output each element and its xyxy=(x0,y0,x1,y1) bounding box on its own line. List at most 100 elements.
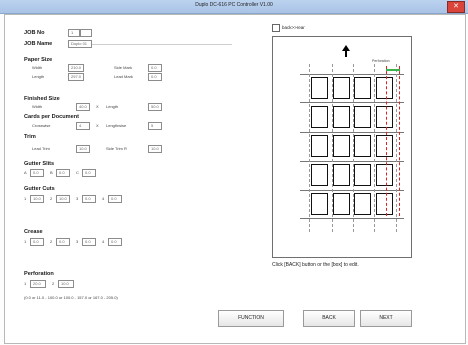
gutter-slit-c-input[interactable]: 0.0 xyxy=(82,169,96,177)
card-cell[interactable] xyxy=(311,106,328,128)
perforation-line xyxy=(386,66,387,216)
crosswise-input[interactable]: 4 xyxy=(76,122,90,130)
card-cell[interactable] xyxy=(311,193,328,215)
gutter-cut-1-label: 1 xyxy=(24,196,27,201)
gutter-slit-a-label: A xyxy=(24,170,27,175)
gutter-cut-4-input[interactable]: 0.0 xyxy=(108,195,122,203)
feed-direction-arrow-stem xyxy=(345,51,347,57)
gutter-cut-2-input[interactable]: 10.0 xyxy=(56,195,70,203)
card-cell[interactable] xyxy=(311,164,328,186)
gutter-cut-3-label: 3 xyxy=(76,196,79,201)
gutter-cut-2-label: 2 xyxy=(50,196,53,201)
edit-hint-text: Click [BACK] button or the [box] to edit… xyxy=(272,262,359,268)
job-name-input[interactable]: Duplo 01 xyxy=(68,40,92,48)
perforation-preview-label: Perforation xyxy=(372,59,390,63)
app-window: Duplo DC-616 PC Controller V1.00 ✕ JOB N… xyxy=(0,0,468,345)
lead-mark-label: Lead Mark xyxy=(114,74,133,79)
card-cell[interactable] xyxy=(376,164,393,186)
job-no-label: JOB No xyxy=(24,30,45,36)
gutter-slits-header: Gutter Slits xyxy=(24,161,55,167)
crease-3-input[interactable]: 0.0 xyxy=(82,238,96,246)
perforation-1-input[interactable]: 20.0 xyxy=(30,280,46,288)
crosswise-label: Crosswise xyxy=(32,123,51,128)
preview-guide-line xyxy=(300,161,404,162)
finished-width-label: Width xyxy=(32,104,43,109)
crease-2-label: 2 xyxy=(50,239,53,244)
gutter-cuts-header: Gutter Cuts xyxy=(24,186,55,192)
perforation-2-input[interactable]: 10.0 xyxy=(58,280,74,288)
card-cell[interactable] xyxy=(376,135,393,157)
title-bar: Duplo DC-616 PC Controller V1.00 ✕ xyxy=(0,0,468,14)
side-mark-input[interactable]: 0.0 xyxy=(148,64,162,72)
back-rear-checkbox[interactable] xyxy=(272,24,280,32)
job-no-dropdown[interactable] xyxy=(80,29,92,37)
perforation-2-label: 2 xyxy=(52,281,55,286)
card-cell[interactable] xyxy=(333,135,350,157)
cards-x: X xyxy=(96,123,99,128)
card-cell[interactable] xyxy=(354,164,371,186)
crease-4-label: 4 xyxy=(102,239,105,244)
gutter-slit-c-label: C xyxy=(76,170,79,175)
crease-4-input[interactable]: 0.0 xyxy=(108,238,122,246)
trim-header: Trim xyxy=(24,134,36,140)
feed-direction-arrow-icon xyxy=(342,45,350,51)
crease-header: Crease xyxy=(24,229,43,235)
paper-width-label: Width xyxy=(32,65,43,70)
paper-width-input[interactable]: 210.0 xyxy=(68,64,84,72)
card-cell[interactable] xyxy=(311,135,328,157)
paper-size-header: Paper Size xyxy=(24,57,53,63)
gutter-slit-b-input[interactable]: 0.0 xyxy=(56,169,70,177)
back-button[interactable]: BACK xyxy=(303,310,355,327)
perforation-header: Perforation xyxy=(24,271,54,277)
window-title: Duplo DC-616 PC Controller V1.00 xyxy=(195,2,273,8)
card-cell[interactable] xyxy=(333,106,350,128)
preview-cut-guide xyxy=(396,64,397,232)
gutter-cut-1-input[interactable]: 10.0 xyxy=(30,195,44,203)
paper-length-label: Length xyxy=(32,74,45,79)
card-cell[interactable] xyxy=(333,77,350,99)
card-cell[interactable] xyxy=(354,106,371,128)
preview-guide-line xyxy=(300,190,404,191)
crease-3-label: 3 xyxy=(76,239,79,244)
gutter-slit-a-input[interactable]: 0.0 xyxy=(30,169,44,177)
crease-1-input[interactable]: 0.0 xyxy=(30,238,44,246)
crease-2-input[interactable]: 0.0 xyxy=(56,238,70,246)
side-trim-label: Side Trim R xyxy=(106,146,127,151)
gutter-slit-b-label: B xyxy=(50,170,53,175)
card-cell[interactable] xyxy=(311,77,328,99)
perforation-line xyxy=(399,66,400,216)
finished-length-input[interactable]: 50.0 xyxy=(148,103,162,111)
cards-per-document-header: Cards per Document xyxy=(24,114,80,120)
card-cell[interactable] xyxy=(376,193,393,215)
paper-length-input[interactable]: 297.0 xyxy=(68,73,84,81)
card-cell[interactable] xyxy=(376,77,393,99)
card-cell[interactable] xyxy=(354,77,371,99)
job-no-input[interactable]: 1 xyxy=(68,29,80,37)
job-name-label: JOB Name xyxy=(24,41,53,47)
next-button[interactable]: NEXT xyxy=(360,310,412,327)
preview-guide-line xyxy=(300,132,404,133)
finished-length-label: Length xyxy=(106,104,119,109)
perforation-marker xyxy=(386,69,400,71)
card-cell[interactable] xyxy=(354,193,371,215)
gutter-cut-3-input[interactable]: 0.0 xyxy=(82,195,96,203)
close-button[interactable]: ✕ xyxy=(447,1,465,13)
function-button[interactable]: FUNCTION xyxy=(218,310,284,327)
card-cell[interactable] xyxy=(376,106,393,128)
perforation-1-label: 1 xyxy=(24,281,27,286)
finished-x: X xyxy=(96,104,99,109)
card-cell[interactable] xyxy=(333,193,350,215)
finished-width-input[interactable]: 40.0 xyxy=(76,103,90,111)
gutter-cut-4-label: 4 xyxy=(102,196,105,201)
card-cell[interactable] xyxy=(333,164,350,186)
finished-size-header: Finished Size xyxy=(24,96,60,102)
side-trim-input[interactable]: 10.0 xyxy=(148,145,162,153)
preview-cut-guide xyxy=(309,64,310,232)
lead-mark-input[interactable]: 0.0 xyxy=(148,73,162,81)
lead-trim-input[interactable]: 10.0 xyxy=(76,145,90,153)
preview-guide-line xyxy=(300,218,404,219)
lengthwise-input[interactable]: 5 xyxy=(148,122,162,130)
card-cell[interactable] xyxy=(354,135,371,157)
job-name-underline xyxy=(92,44,232,45)
lengthwise-label: Lengthwise xyxy=(106,123,127,128)
